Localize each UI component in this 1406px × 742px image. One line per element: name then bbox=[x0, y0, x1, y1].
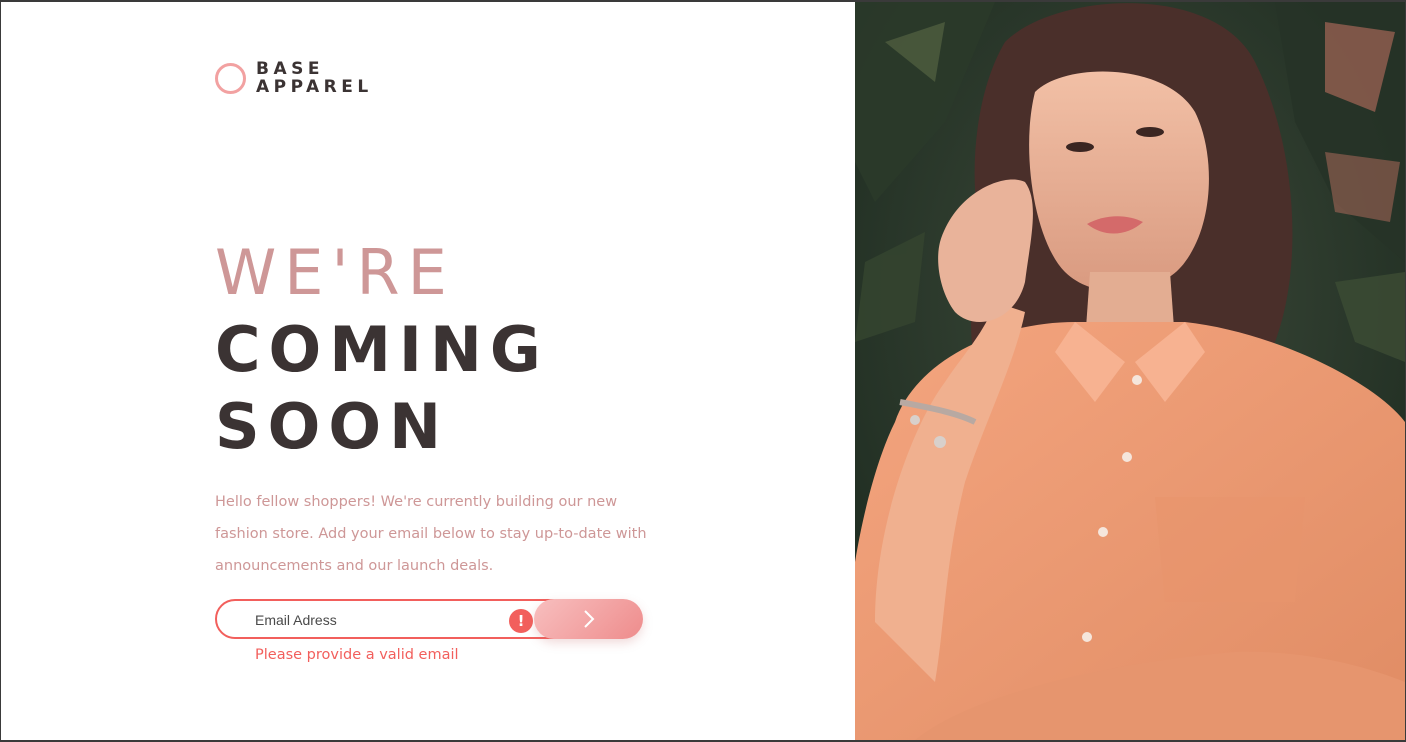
submit-button[interactable] bbox=[534, 599, 643, 639]
hero-photo bbox=[855, 2, 1405, 740]
brand-name-line1: BASE bbox=[256, 59, 324, 79]
email-input[interactable] bbox=[255, 610, 505, 630]
title-line-soon: SOON bbox=[215, 390, 449, 463]
error-icon: ! bbox=[509, 609, 533, 633]
email-form: ! bbox=[215, 599, 643, 639]
title-line-were: WE'RE bbox=[215, 236, 455, 309]
error-message: Please provide a valid email bbox=[255, 647, 459, 663]
chevron-right-icon bbox=[583, 610, 594, 628]
brand-name-line2: APPAREL bbox=[256, 77, 373, 97]
page-frame: BASE APPAREL WE'RE COMING SOON Hello fel… bbox=[1, 2, 1405, 740]
content-panel: BASE APPAREL WE'RE COMING SOON Hello fel… bbox=[1, 2, 855, 740]
page-title: WE'RE COMING SOON bbox=[215, 234, 549, 465]
title-line-coming: COMING bbox=[215, 313, 549, 386]
logo-ring-icon bbox=[215, 62, 246, 94]
brand-logo[interactable]: BASE APPAREL bbox=[215, 60, 373, 96]
brand-name: BASE APPAREL bbox=[256, 60, 373, 96]
intro-text: Hello fellow shoppers! We're currently b… bbox=[215, 494, 647, 574]
hero-image bbox=[855, 2, 1405, 740]
face bbox=[1029, 71, 1209, 292]
